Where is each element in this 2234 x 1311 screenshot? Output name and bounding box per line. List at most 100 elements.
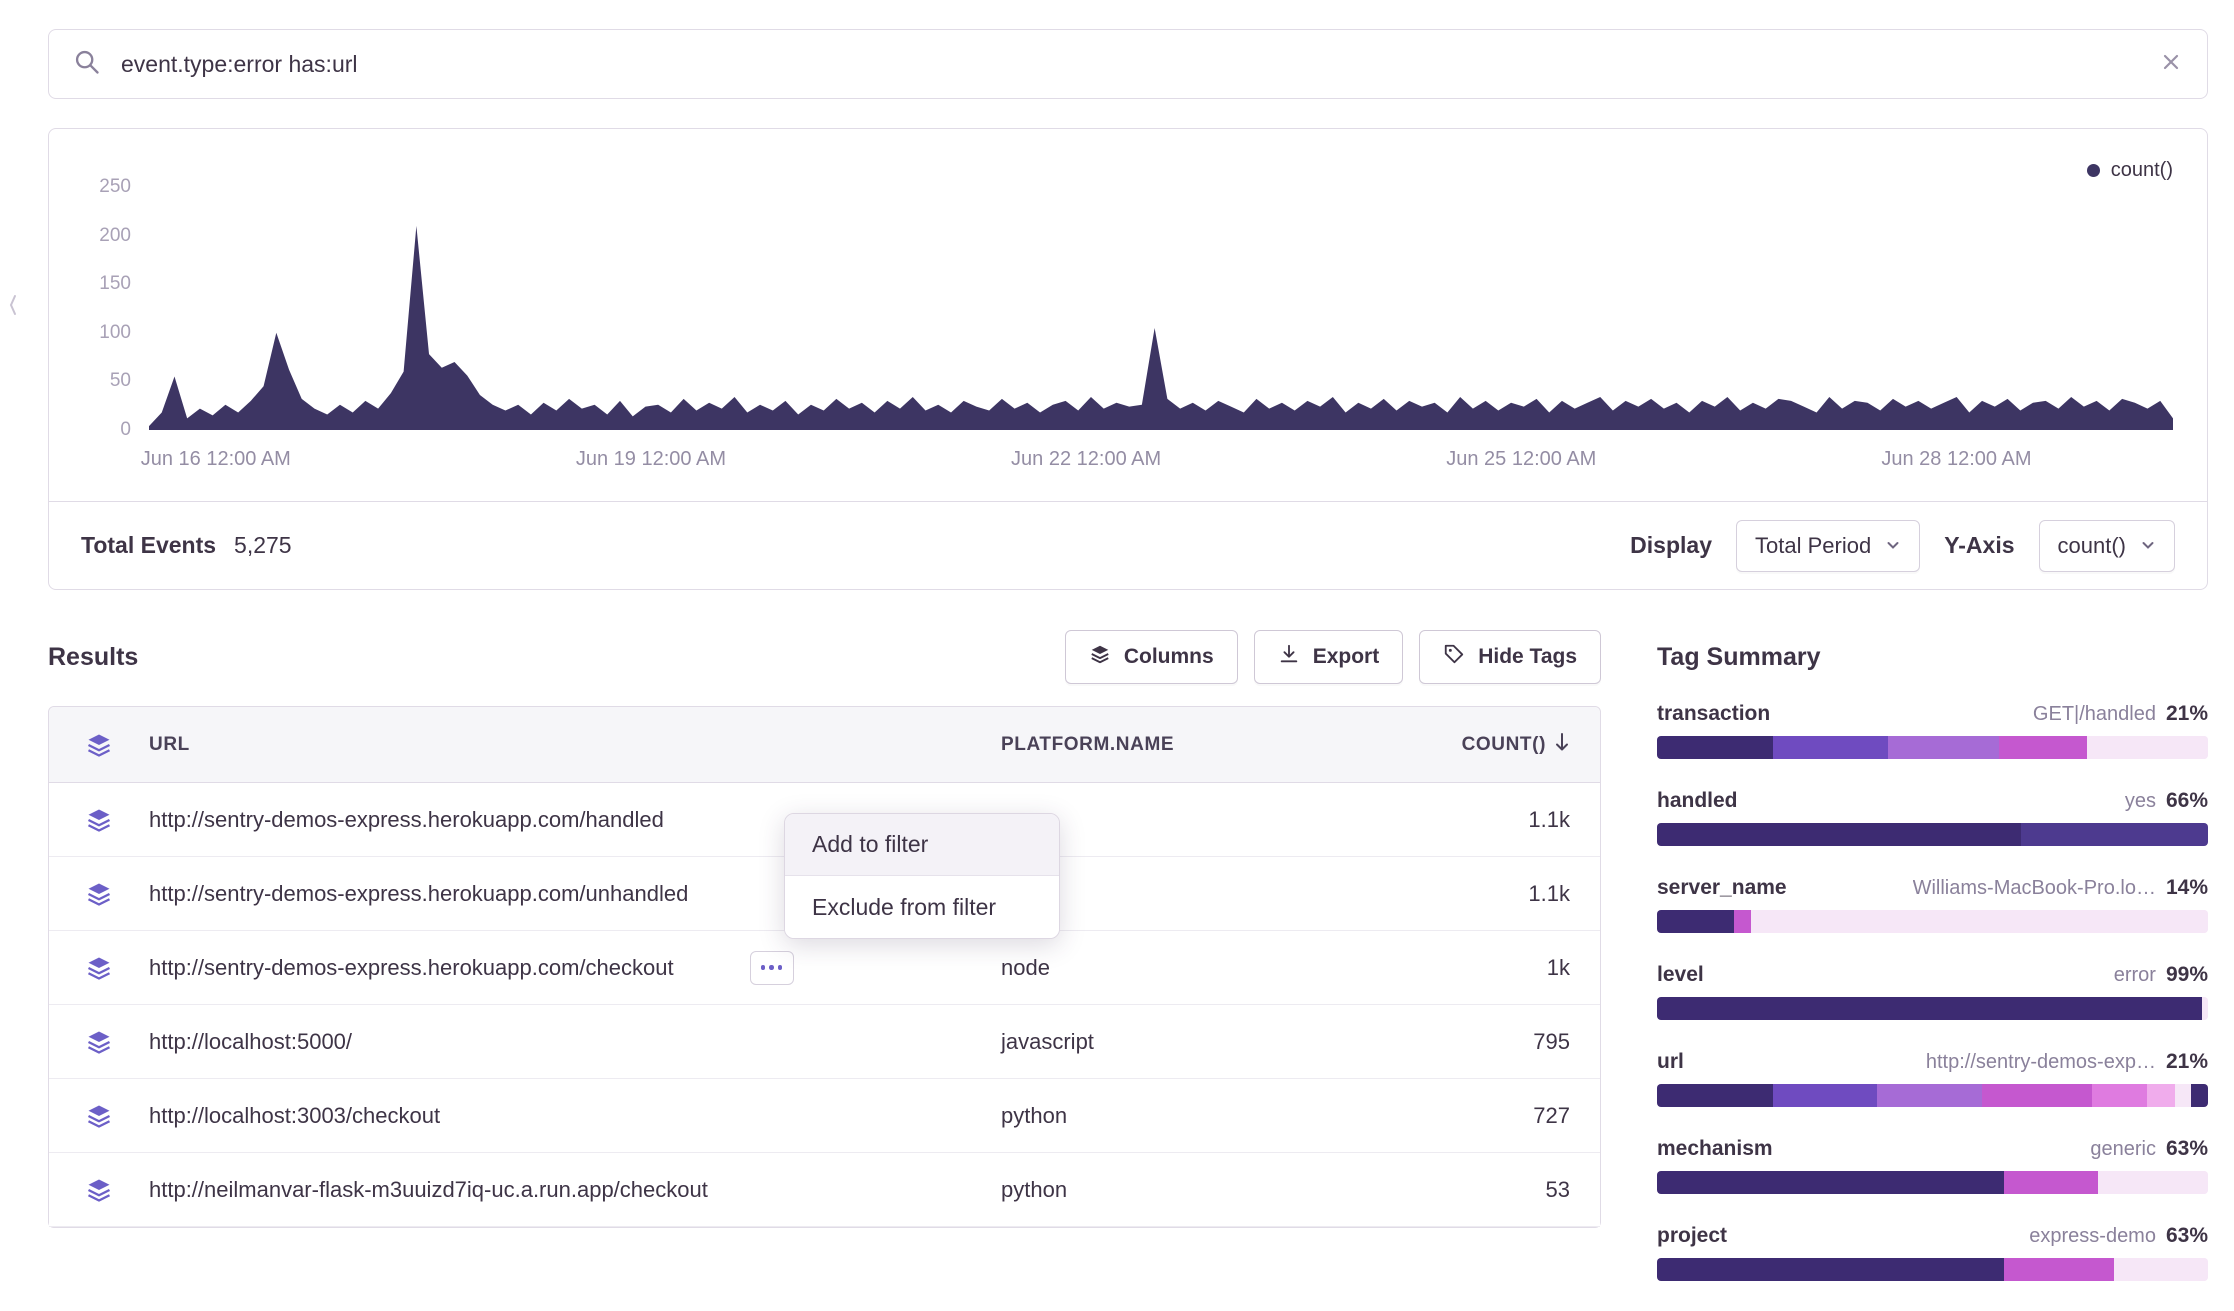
table-row[interactable]: http://localhost:5000/ javascript 795 — [49, 1005, 1600, 1079]
row-url[interactable]: http://localhost:5000/ — [149, 1029, 352, 1055]
tag-distribution-bar[interactable] — [1657, 1084, 2208, 1107]
chart-x-axis: Jun 16 12:00 AM Jun 19 12:00 AM Jun 22 1… — [149, 444, 2173, 476]
tag-block: mechanism generic63% — [1657, 1137, 2208, 1194]
menu-item-exclude-from-filter[interactable]: Exclude from filter — [785, 876, 1059, 938]
tag-distribution-bar[interactable] — [1657, 1258, 2208, 1281]
tag-top-value: generic — [2090, 1138, 2156, 1161]
row-url[interactable]: http://sentry-demos-express.herokuapp.co… — [149, 881, 688, 907]
tag-name: transaction — [1657, 702, 1770, 726]
columns-icon — [1089, 643, 1111, 671]
chart-plot-row: 250 200 150 100 50 0 — [49, 187, 2207, 430]
tag-name: handled — [1657, 789, 1738, 813]
y-tick: 0 — [120, 419, 131, 441]
tag-top-pct: 21% — [2166, 1050, 2208, 1074]
tag-block: level error99% — [1657, 963, 2208, 1020]
header-count[interactable]: COUNT() — [1421, 732, 1600, 758]
tag-name: url — [1657, 1050, 1684, 1074]
tag-top-value: GET|/handled — [2033, 703, 2156, 726]
tag-top-pct: 14% — [2166, 876, 2208, 900]
hide-tags-button[interactable]: Hide Tags — [1419, 630, 1601, 684]
total-events-value: 5,275 — [234, 532, 292, 559]
chart-controls: Display Total Period Y-Axis count() — [1630, 520, 2175, 572]
tag-distribution-bar[interactable] — [1657, 997, 2208, 1020]
export-button-label: Export — [1313, 645, 1380, 669]
layers-icon — [49, 1102, 149, 1130]
display-dropdown[interactable]: Total Period — [1736, 520, 1920, 572]
columns-button-label: Columns — [1124, 645, 1214, 669]
table-row[interactable]: http://localhost:3003/checkout python 72… — [49, 1079, 1600, 1153]
tag-top-value: http://sentry-demos-exp… — [1926, 1051, 2156, 1074]
tag-top-pct: 63% — [2166, 1224, 2208, 1248]
sort-desc-icon — [1554, 732, 1570, 758]
y-axis-dropdown-value: count() — [2058, 533, 2126, 559]
chart-area-path — [149, 226, 2173, 430]
chart-plot-area[interactable] — [149, 187, 2173, 430]
panel-resize-handle[interactable] — [6, 292, 20, 323]
download-icon — [1278, 643, 1300, 671]
x-tick: Jun 19 12:00 AM — [576, 448, 726, 471]
row-count: 795 — [1421, 1029, 1600, 1055]
table-row[interactable]: http://neilmanvar-flask-m3uuizd7iq-uc.a.… — [49, 1153, 1600, 1227]
row-count: 1.1k — [1421, 881, 1600, 907]
table-row[interactable]: http://sentry-demos-express.herokuapp.co… — [49, 931, 1600, 1005]
row-platform: node — [1001, 955, 1421, 981]
y-axis-label: Y-Axis — [1944, 532, 2014, 559]
x-tick: Jun 25 12:00 AM — [1446, 448, 1596, 471]
columns-button[interactable]: Columns — [1065, 630, 1238, 684]
row-platform: python — [1001, 1103, 1421, 1129]
search-input[interactable] — [119, 50, 2141, 79]
export-button[interactable]: Export — [1254, 630, 1404, 684]
events-chart-panel: count() 250 200 150 100 50 0 Jun 16 12:0… — [48, 128, 2208, 590]
y-tick: 100 — [99, 322, 131, 344]
search-bar — [48, 29, 2208, 99]
tag-distribution-bar[interactable] — [1657, 823, 2208, 846]
results-header: Results Columns Export — [48, 630, 1601, 684]
tag-summary-panel: Tag Summary transaction GET|/handled21% … — [1657, 630, 2208, 1311]
tag-top-pct: 21% — [2166, 702, 2208, 726]
tag-distribution-bar[interactable] — [1657, 736, 2208, 759]
row-url[interactable]: http://localhost:3003/checkout — [149, 1103, 440, 1129]
layers-icon — [49, 731, 149, 759]
x-tick: Jun 28 12:00 AM — [1881, 448, 2031, 471]
display-label: Display — [1630, 532, 1712, 559]
row-url[interactable]: http://neilmanvar-flask-m3uuizd7iq-uc.a.… — [149, 1177, 708, 1203]
x-tick: Jun 22 12:00 AM — [1011, 448, 1161, 471]
y-axis-dropdown[interactable]: count() — [2039, 520, 2175, 572]
tag-name: server_name — [1657, 876, 1787, 900]
tag-distribution-bar[interactable] — [1657, 1171, 2208, 1194]
ellipsis-icon — [761, 965, 766, 970]
y-tick: 200 — [99, 225, 131, 247]
row-count: 53 — [1421, 1177, 1600, 1203]
header-url[interactable]: URL — [149, 734, 1001, 756]
tag-block: url http://sentry-demos-exp… 21% — [1657, 1050, 2208, 1107]
layers-icon — [49, 1176, 149, 1204]
chart-legend[interactable]: count() — [2087, 159, 2173, 182]
tag-name: mechanism — [1657, 1137, 1773, 1161]
legend-label: count() — [2111, 159, 2173, 182]
table-header-row: URL PLATFORM.NAME COUNT() — [49, 707, 1600, 783]
tag-top-value: express-demo — [2029, 1225, 2156, 1248]
row-count: 1.1k — [1421, 807, 1600, 833]
results-title: Results — [48, 643, 138, 672]
tag-icon — [1443, 643, 1465, 671]
total-events-label: Total Events — [81, 532, 216, 559]
tag-distribution-bar[interactable] — [1657, 910, 2208, 933]
search-icon — [73, 48, 101, 81]
layers-icon — [49, 1028, 149, 1056]
tag-top-value: yes — [2125, 790, 2156, 813]
clear-search-icon[interactable] — [2159, 50, 2183, 79]
row-platform: python — [1001, 1177, 1421, 1203]
y-tick: 250 — [99, 176, 131, 198]
row-count: 1k — [1421, 955, 1600, 981]
row-actions-ellipsis-button[interactable] — [750, 951, 794, 985]
menu-item-add-to-filter[interactable]: Add to filter — [785, 814, 1059, 876]
layers-icon — [49, 806, 149, 834]
chart-footer: Total Events 5,275 Display Total Period … — [49, 501, 2207, 589]
header-platform[interactable]: PLATFORM.NAME — [1001, 734, 1421, 756]
cell-actions-context-menu: Add to filter Exclude from filter — [784, 813, 1060, 939]
row-url[interactable]: http://sentry-demos-express.herokuapp.co… — [149, 807, 664, 833]
row-url[interactable]: http://sentry-demos-express.herokuapp.co… — [149, 955, 674, 981]
tag-block: transaction GET|/handled 21% — [1657, 702, 2208, 759]
display-dropdown-value: Total Period — [1755, 533, 1871, 559]
tag-block: handled yes66% — [1657, 789, 2208, 846]
